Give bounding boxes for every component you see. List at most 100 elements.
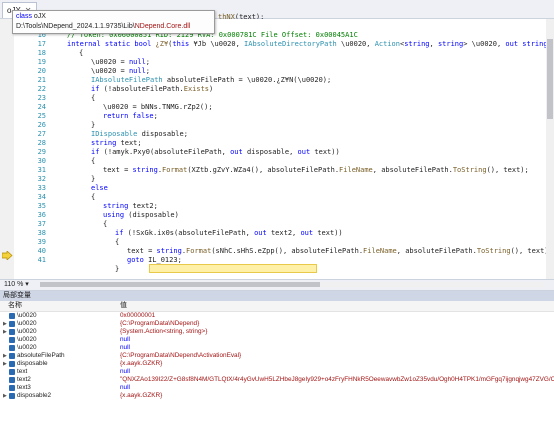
local-name: \u0020 [17,344,37,351]
local-value: 0x00000001 [120,312,156,319]
code-line: return false; [103,112,158,120]
local-name: absoluteFilePath [17,352,65,359]
code-line: { [79,49,84,57]
local-value: "QNXZAo139I22/Z+G8sf8N4M/GTLQtX/4r4yGvUw… [120,376,554,383]
local-name: text3 [17,384,31,391]
line-number: 38 [37,229,46,237]
locals-panel: 局部变量 名称 值 \u0020 0x00000001 ▶ \u0020 {C:\Pro… [0,290,554,421]
line-number: 31 [37,166,46,174]
code-line: text = string.Format(XZtb.gZvY.WZa4(), a… [103,166,529,174]
code-line: } [91,121,96,129]
line-number: 23 [37,94,46,102]
line-number: 40 [37,247,46,255]
line-number: 35 [37,202,46,210]
local-value: {x.aayk.GZKR} [120,360,163,367]
local-value: {x.aayk.GZKR} [120,392,163,399]
local-name: text [17,368,28,375]
column-value-header[interactable]: 值 [120,301,127,311]
locals-row[interactable]: \u0020 null [0,344,554,352]
editor-status-bar: 110 % ▾ [0,279,554,290]
locals-row[interactable]: ▶ \u0020 {System.Action<string, string>} [0,328,554,336]
line-number: 29 [37,148,46,156]
code-line: { [91,193,96,201]
line-number: 20 [37,67,46,75]
expand-arrow-icon[interactable]: ▶ [3,352,8,360]
code-line: } [115,265,120,273]
editor-vertical-scrollbar[interactable] [546,19,554,279]
locals-row[interactable]: \u0020 null [0,336,554,344]
local-value: {System.Action<string, string>} [120,328,208,335]
locals-row[interactable]: ▶ disposable2 {x.aayk.GZKR} [0,392,554,400]
locals-row[interactable]: text2 "QNXZAo139I22/Z+G8sf8N4M/GTLQtX/4r4… [0,376,554,384]
local-name: disposable2 [17,392,52,399]
locals-rows: \u0020 0x00000001 ▶ \u0020 {C:\ProgramData\N… [0,312,554,400]
code-line: goto IL_0123; [127,256,182,264]
local-variable-icon [9,345,15,351]
line-number: 26 [37,121,46,129]
hscroll-thumb[interactable] [40,282,320,287]
editor-horizontal-scrollbar[interactable] [40,282,545,287]
tooltip-class-name: oJX [33,13,46,20]
zoom-level: 110 % [4,281,24,288]
code-line: \u0020 = null; [91,58,151,66]
code-line: if (!amyk.Pxy0(absoluteFilePath, out dis… [91,148,340,156]
code-line: { [91,94,96,102]
code-line: string text; [91,139,142,147]
code-text[interactable]: // Token: 0x06000851 RID: 2129 RVA: 0x00… [55,31,554,279]
local-value: null [120,384,130,391]
locals-row[interactable]: ▶ absoluteFilePath {C:\ProgramData\NDepend… [0,352,554,360]
tooltip-keyword: class [16,13,32,20]
local-name: disposable [17,360,48,367]
line-number: 30 [37,157,46,165]
locals-row[interactable]: ▶ disposable {x.aayk.GZKR} [0,360,554,368]
code-line: using (disposable) [103,211,179,219]
locals-row[interactable]: ▶ \u0020 {C:\ProgramData\NDepend} [0,320,554,328]
code-line: else [91,184,108,192]
code-line: string text2; [103,202,158,210]
breakpoint-gutter[interactable] [0,19,14,279]
tooltip-assembly: NDepend.Core.dll [134,23,191,30]
line-number: 37 [37,220,46,228]
local-value: null [120,368,130,375]
scrollbar-thumb[interactable] [547,39,553,119]
class-tooltip: class oJX D:\Tools\NDepend_2024.1.1.9735… [12,10,215,34]
local-name: \u0020 [17,328,37,335]
code-line: if (!absoluteFilePath.Exists) [91,85,214,93]
line-number: 21 [37,76,46,84]
local-variable-icon [9,329,15,335]
locals-row[interactable]: \u0020 0x00000001 [0,312,554,320]
local-name: text2 [17,376,31,383]
expand-arrow-icon[interactable]: ▶ [3,328,8,336]
line-number: 24 [37,103,46,111]
local-name: \u0020 [17,336,37,343]
code-line: IAbsoluteFilePath absoluteFilePath = \u0… [91,76,332,84]
local-value: {C:\ProgramData\NDepend} [120,320,200,327]
local-variable-icon [9,377,15,383]
line-number: 19 [37,58,46,66]
local-variable-icon [9,321,15,327]
line-number: 27 [37,130,46,138]
locals-header: 名称 值 [0,301,554,312]
code-line: { [103,220,108,228]
code-line: } [91,175,96,183]
local-variable-icon [9,361,15,367]
local-name: \u0020 [17,320,37,327]
locals-row[interactable]: text3 null [0,384,554,392]
locals-row[interactable]: text null [0,368,554,376]
zoom-level-dropdown[interactable]: 110 % ▾ [2,280,31,289]
expand-arrow-icon[interactable]: ▶ [3,320,8,328]
column-name-header[interactable]: 名称 [8,301,22,311]
line-number: 39 [37,238,46,246]
line-number: 32 [37,175,46,183]
line-number: 18 [37,49,46,57]
code-line: internal static bool ¿Z¥(this ¥Jb \u0020… [67,40,554,48]
tooltip-path: D:\Tools\NDepend_2024.1.1.9735\Lib\ [16,23,135,30]
line-number: 33 [37,184,46,192]
expand-arrow-icon[interactable]: ▶ [3,392,8,400]
local-value: null [120,336,130,343]
line-number: 41 [37,256,46,264]
locals-panel-title: 局部变量 [0,291,554,301]
line-number: 22 [37,85,46,93]
expand-arrow-icon[interactable]: ▶ [3,360,8,368]
code-editor[interactable]: 16 17 18 19 20 21 22 23 24 25 26 27 28 29 30 31 32 33 34 35… [0,19,554,279]
